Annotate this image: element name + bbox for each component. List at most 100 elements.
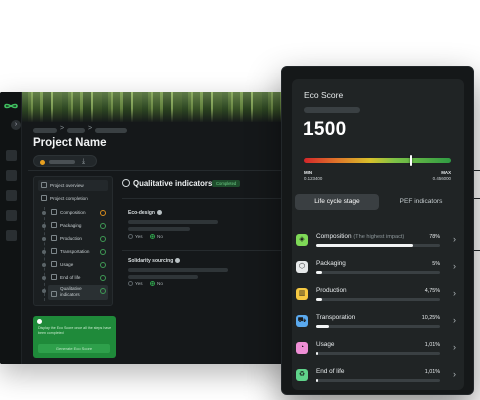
tree-item-label: End of life <box>60 275 81 280</box>
gauge-max: MAX 0.456000 <box>433 170 451 182</box>
tree-item-packaging[interactable]: Packaging <box>48 220 108 231</box>
question-description <box>128 220 218 224</box>
radio-no[interactable]: No <box>150 234 163 240</box>
radio-label: Yes <box>135 234 143 239</box>
gauge-min: MIN 0.123400 <box>304 170 322 182</box>
stage-percent: 5% <box>432 261 440 267</box>
nav-dashboard-icon[interactable] <box>6 150 17 161</box>
stage-progress-fill <box>316 244 413 247</box>
cta-description: Display the Eco Score once all the steps… <box>38 326 112 335</box>
breadcrumb-separator: > <box>60 125 65 132</box>
gauge-marker <box>409 155 412 166</box>
nav-settings-icon[interactable] <box>6 230 17 241</box>
stage-name: Production <box>316 287 347 294</box>
radio-yes[interactable]: Yes <box>128 234 143 240</box>
qualitative-icon <box>122 179 130 187</box>
stage-percent: 1,01% <box>424 342 440 348</box>
radio-yes[interactable]: Yes <box>128 281 143 287</box>
stage-progress-fill <box>316 298 322 301</box>
chevron-right-icon[interactable]: › <box>453 343 456 352</box>
collapse-sidebar-icon[interactable]: › <box>11 120 21 130</box>
tree-item-transportation[interactable]: Transportation <box>48 246 108 257</box>
tree-item-end-of-life[interactable]: End of life <box>48 272 108 283</box>
view-tabs: Life cycle stage PEF indicators <box>292 191 464 213</box>
project-status-pill[interactable]: ⤓ <box>33 155 97 167</box>
stage-name: Packaging <box>316 260 346 267</box>
stage-name: Composition <box>316 233 352 240</box>
tab-life-cycle-stage[interactable]: Life cycle stage <box>295 194 379 210</box>
tab-pef-indicators[interactable]: PEF indicators <box>381 194 461 210</box>
chevron-right-icon[interactable]: › <box>453 235 456 244</box>
stage-label: Composition (The highest impact) <box>316 233 404 241</box>
composition-icon: ◈ <box>296 234 308 246</box>
end-of-life-icon: ♻ <box>296 369 308 381</box>
tree-item-usage[interactable]: Usage <box>48 259 108 270</box>
chevron-right-icon[interactable]: › <box>453 289 456 298</box>
completion-icon <box>41 195 47 201</box>
stage-row-transporation[interactable]: ⛟ Transporation 10,25% › <box>292 310 464 337</box>
stage-percent: 4,75% <box>424 288 440 294</box>
radio-circle-selected[interactable] <box>150 234 155 239</box>
stage: › > > Project Name ⤓ Project overview Pr… <box>0 0 480 400</box>
chevron-right-icon[interactable]: › <box>453 370 456 379</box>
tree-bullet <box>42 289 46 293</box>
stage-row-packaging[interactable]: ⬡ Packaging 5% › <box>292 256 464 283</box>
toggle-dot[interactable] <box>37 319 42 324</box>
tree-item-composition[interactable]: Composition <box>48 207 108 218</box>
stage-row-composition[interactable]: ◈ Composition (The highest impact) 78% › <box>292 229 464 256</box>
radio-circle[interactable] <box>128 281 133 286</box>
life-cycle-stage-list: ◈ Composition (The highest impact) 78% › ⬡ Pa… <box>292 222 464 390</box>
info-icon[interactable] <box>156 210 162 215</box>
info-icon[interactable] <box>175 258 181 263</box>
tree-item-project-overview[interactable]: Project overview <box>38 180 108 191</box>
question-solidarity-sourcing: Solidarity sourcing <box>128 258 181 264</box>
stage-note: (The highest impact) <box>353 234 405 240</box>
breadcrumb-item[interactable] <box>33 128 57 133</box>
end-of-life-icon <box>51 274 57 280</box>
composition-icon <box>51 209 57 215</box>
infinity-logo-icon[interactable] <box>3 100 19 112</box>
stage-percent: 1,01% <box>424 369 440 375</box>
radio-no[interactable]: No <box>150 281 163 287</box>
stage-row-production[interactable]: ▥ Production 4,75% › <box>292 283 464 310</box>
check-status-icon <box>100 261 106 268</box>
tree-item-label: Project completion <box>50 196 88 201</box>
check-status-icon <box>100 248 106 255</box>
radio-circle[interactable] <box>128 234 133 239</box>
tree-bullet <box>42 276 46 280</box>
breadcrumb-item[interactable] <box>95 128 127 133</box>
stage-percent: 78% <box>429 234 440 240</box>
packaging-icon: ⬡ <box>296 261 308 273</box>
stage-row-usage[interactable]: ◔ Usage 1,01% › <box>292 337 464 364</box>
breadcrumb-separator: > <box>88 125 93 132</box>
nav-projects-icon[interactable] <box>6 170 17 181</box>
chevron-right-icon[interactable]: › <box>453 262 456 271</box>
breadcrumb: > > <box>33 125 133 134</box>
tree-bullet <box>42 263 46 267</box>
chevron-right-icon[interactable]: › <box>453 316 456 325</box>
radio-label: Yes <box>135 281 143 286</box>
tree-item-project-completion[interactable]: Project completion <box>38 193 108 204</box>
gauge-min-value: 0.123400 <box>304 176 323 181</box>
stage-label: Usage <box>316 341 334 349</box>
nav-products-icon[interactable] <box>6 190 17 201</box>
tree-item-production[interactable]: Production <box>48 233 108 244</box>
transportation-icon: ⛟ <box>296 315 308 327</box>
generate-eco-score-button[interactable]: Generate Eco Score <box>38 344 110 353</box>
breadcrumb-item[interactable] <box>67 128 85 133</box>
tree-item-qualitative-indicators[interactable]: Qualitative indicators <box>48 285 108 300</box>
stage-percent: 10,25% <box>421 315 440 321</box>
eco-score-gauge <box>304 155 451 166</box>
production-icon <box>51 235 57 241</box>
question-label: Eco-design <box>128 210 155 216</box>
project-steps-tree: Project overview Project completion Comp… <box>33 176 113 306</box>
radio-circle-selected[interactable] <box>150 281 155 286</box>
stage-progress-fill <box>316 379 318 382</box>
stage-row-end-of-life[interactable]: ♻ End of life 1,01% › <box>292 364 464 391</box>
stage-progress-track <box>316 325 440 328</box>
download-icon[interactable]: ⤓ <box>82 156 85 168</box>
nav-reports-icon[interactable] <box>6 210 17 221</box>
check-status-icon <box>100 222 106 229</box>
overview-icon <box>41 182 47 188</box>
warning-status-icon <box>100 209 106 216</box>
